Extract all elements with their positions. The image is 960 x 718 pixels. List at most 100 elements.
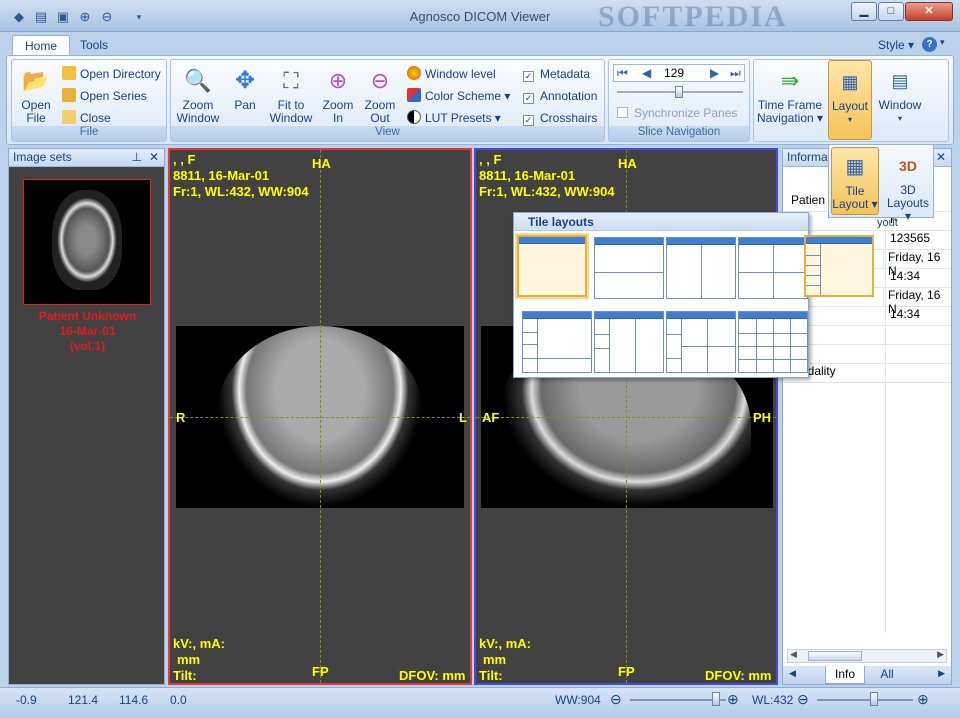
slice-number-input[interactable]: 129 bbox=[664, 66, 704, 80]
wl-slider-track[interactable] bbox=[817, 699, 913, 701]
tile-layout-button[interactable]: ▦ Tile Layout ▾ bbox=[831, 147, 879, 215]
help-icon[interactable]: ? bbox=[922, 37, 937, 52]
3d-layouts-button[interactable]: 3D 3D Layouts ▾ bbox=[883, 151, 933, 223]
slice-slider-thumb[interactable] bbox=[675, 86, 683, 98]
series-thumbnail[interactable] bbox=[23, 179, 151, 305]
crosshairs-checkbox[interactable]: ✓ Crosshairs bbox=[523, 109, 597, 127]
tile-divider bbox=[537, 319, 538, 372]
zoom-in-button[interactable]: ⊕ Zoom In bbox=[319, 66, 357, 125]
window-label: Window bbox=[878, 98, 922, 112]
layout-1x1-option[interactable] bbox=[517, 235, 587, 297]
tile-divider bbox=[595, 334, 609, 335]
close-button[interactable]: Close bbox=[62, 109, 111, 127]
synchronize-panes-checkbox[interactable]: Synchronize Panes bbox=[617, 104, 737, 122]
crosshair-horizontal bbox=[476, 417, 776, 418]
layout-icon: ▦ bbox=[841, 72, 859, 92]
tab-scroll-left-icon[interactable]: ◀ bbox=[789, 668, 796, 679]
layout-1x2-option[interactable] bbox=[666, 237, 736, 299]
tile-divider bbox=[609, 319, 610, 372]
wl-decrease-icon[interactable]: ⊖ bbox=[797, 691, 809, 708]
checkmark-icon: ✓ bbox=[523, 71, 534, 82]
tile-divider bbox=[806, 285, 820, 286]
lut-presets-icon bbox=[407, 110, 421, 124]
tile-layout-label: Tile Layout ▾ bbox=[832, 184, 878, 211]
color-scheme-button[interactable]: Color Scheme ▾ bbox=[407, 87, 510, 105]
first-slice-icon[interactable]: ⏮ bbox=[617, 66, 628, 81]
time-frame-label: Time Frame Navigation ▾ bbox=[756, 98, 824, 125]
close-panel-icon[interactable]: ✕ bbox=[936, 149, 946, 166]
tab-tools[interactable]: Tools bbox=[68, 35, 120, 57]
help-dropdown-icon[interactable]: ▾ bbox=[940, 37, 945, 48]
minimize-button[interactable]: ▁ bbox=[851, 2, 877, 21]
fit-to-window-icon: ⛶ bbox=[283, 68, 299, 93]
layout-strip-split-option[interactable] bbox=[594, 311, 664, 373]
tile-header bbox=[595, 312, 663, 319]
close-window-button[interactable]: ✕ bbox=[905, 2, 953, 21]
tab-scroll-right-icon[interactable]: ▶ bbox=[938, 668, 945, 679]
style-menu[interactable]: Style ▾ bbox=[866, 35, 926, 57]
open-directory-button[interactable]: Open Directory bbox=[62, 65, 161, 83]
scrollbar-thumb[interactable] bbox=[808, 651, 862, 661]
layout-2x2-option[interactable] bbox=[738, 237, 808, 299]
ww-decrease-icon[interactable]: ⊖ bbox=[610, 691, 622, 708]
tile-divider bbox=[701, 245, 702, 298]
partial-layout-label: yout bbox=[877, 217, 898, 229]
tile-divider bbox=[806, 275, 820, 276]
lut-presets-button[interactable]: LUT Presets ▾ bbox=[407, 109, 501, 127]
pan-button[interactable]: ✥ Pan bbox=[227, 66, 263, 112]
slice-navigation-group: ⏮ ◀ 129 ▶ ⏭ Synchronize Panes Slice Navi… bbox=[608, 59, 750, 142]
ww-slider-thumb[interactable] bbox=[712, 692, 720, 706]
crosshairs-label: Crosshairs bbox=[540, 111, 598, 125]
slice-navigation-group-label: Slice Navigation bbox=[609, 126, 749, 141]
orientation-top: HA bbox=[618, 156, 637, 171]
color-scheme-icon bbox=[407, 88, 421, 102]
horizontal-scrollbar[interactable]: ◀ ▶ bbox=[787, 649, 947, 663]
layout-dropdown: ▦ Tile Layout ▾ 3D 3D Layouts ▾ yout bbox=[828, 144, 934, 229]
previous-slice-icon[interactable]: ◀ bbox=[642, 66, 651, 80]
tile-header bbox=[739, 238, 807, 245]
window-menu-button[interactable]: ▤ Window ▾ bbox=[876, 66, 924, 125]
overlay-dfov: DFOV: mm bbox=[399, 668, 466, 683]
scroll-left-icon[interactable]: ◀ bbox=[790, 649, 797, 660]
last-slice-icon[interactable]: ⏭ bbox=[730, 66, 741, 81]
layout-4x4-option[interactable] bbox=[738, 311, 808, 373]
color-scheme-label: Color Scheme ▾ bbox=[425, 89, 511, 103]
layout-button[interactable]: ▦ Layout ▾ bbox=[828, 60, 872, 140]
metadata-checkbox[interactable]: ✓ Metadata bbox=[523, 65, 590, 83]
close-panel-icon[interactable]: ✕ bbox=[149, 149, 159, 166]
open-series-button[interactable]: Open Series bbox=[62, 87, 147, 105]
annotation-label: Annotation bbox=[540, 89, 598, 103]
maximize-button[interactable]: □ bbox=[878, 2, 904, 21]
layout-2x1-option[interactable] bbox=[594, 237, 664, 299]
zoom-window-button[interactable]: 🔍 Zoom Window bbox=[173, 66, 223, 125]
zoom-window-icon: 🔍 bbox=[184, 68, 212, 93]
overlay-frame-wl: Fr:1, WL:432, WW:904 bbox=[173, 184, 309, 199]
ww-increase-icon[interactable]: ⊕ bbox=[727, 691, 739, 708]
information-title: Informa bbox=[787, 150, 828, 164]
open-file-button[interactable]: 📂 Open File bbox=[16, 66, 56, 125]
fit-to-window-button[interactable]: ⛶ Fit to Window bbox=[267, 66, 315, 125]
tab-info[interactable]: Info bbox=[825, 666, 865, 684]
layout-strip-option[interactable] bbox=[804, 235, 874, 297]
window-level-button[interactable]: Window level bbox=[407, 65, 496, 83]
row-value: 123565 bbox=[885, 231, 930, 249]
status-z: 114.6 bbox=[119, 693, 149, 707]
image-sets-header: Image sets ⊥ ✕ bbox=[9, 149, 164, 167]
lut-presets-label: LUT Presets ▾ bbox=[425, 111, 501, 125]
scroll-right-icon[interactable]: ▶ bbox=[937, 649, 944, 660]
viewport-coronal[interactable]: , , F 8811, 16-Mar-01 Fr:1, WL:432, WW:9… bbox=[168, 148, 472, 685]
zoom-out-button[interactable]: ⊖ Zoom Out bbox=[361, 66, 399, 125]
annotation-checkbox[interactable]: ✓ Annotation bbox=[523, 87, 597, 105]
wl-increase-icon[interactable]: ⊕ bbox=[917, 691, 929, 708]
tile-header bbox=[667, 312, 735, 319]
next-slice-icon[interactable]: ▶ bbox=[710, 66, 719, 80]
time-frame-navigation-button[interactable]: ⇛ Time Frame Navigation ▾ bbox=[756, 66, 824, 125]
layout-strip-bottom-option[interactable] bbox=[522, 311, 592, 373]
tab-home[interactable]: Home bbox=[12, 35, 71, 57]
zoom-in-label: Zoom In bbox=[322, 98, 354, 125]
wl-slider-thumb[interactable] bbox=[870, 692, 878, 706]
thumbnail-image bbox=[52, 190, 122, 290]
tab-all[interactable]: All bbox=[869, 666, 905, 684]
pin-icon[interactable]: ⊥ bbox=[132, 149, 142, 166]
layout-strip-grid-option[interactable] bbox=[666, 311, 736, 373]
